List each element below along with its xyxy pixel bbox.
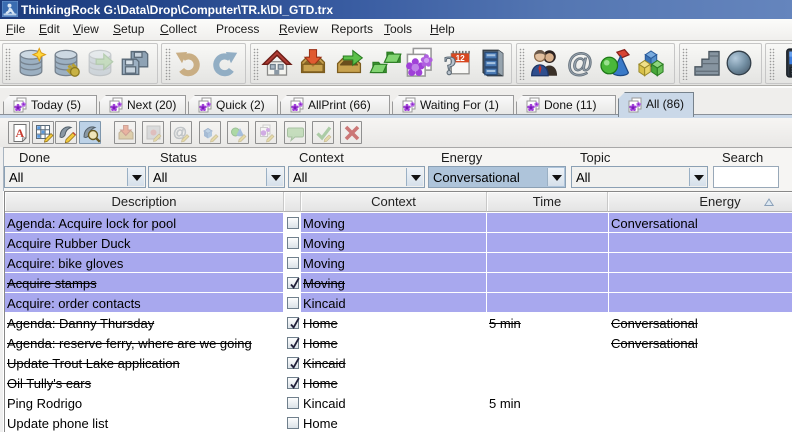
svg-text:?: ? (443, 50, 456, 79)
svg-text:12: 12 (456, 54, 466, 63)
svg-text:A: A (15, 126, 24, 140)
svg-text:@: @ (566, 48, 593, 78)
